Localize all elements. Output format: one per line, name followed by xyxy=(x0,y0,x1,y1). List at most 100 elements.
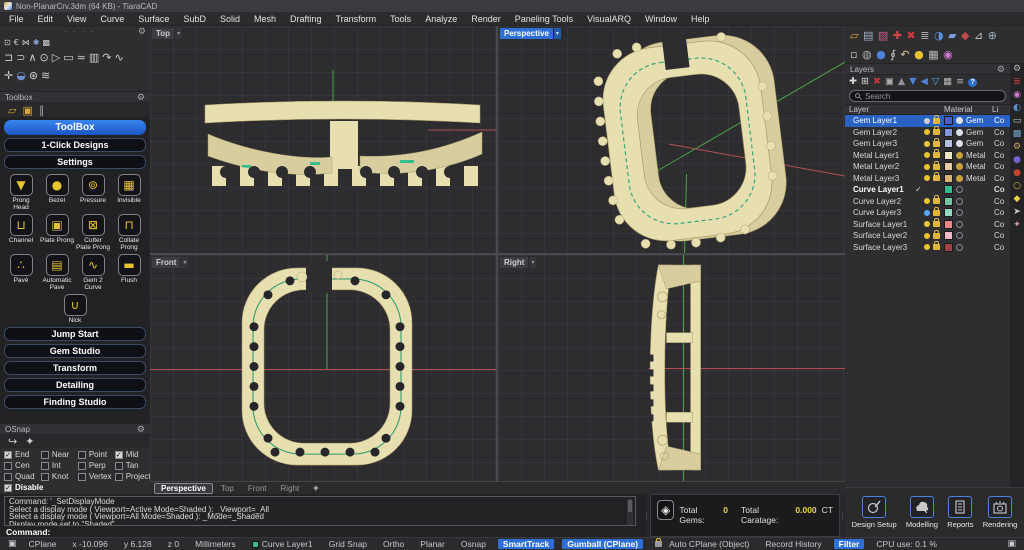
tool-pressure[interactable]: ⊚Pressure xyxy=(76,174,110,212)
viewport-top-label[interactable]: Top ▾ xyxy=(152,28,182,39)
ring-panel-tab-icon[interactable]: ○ xyxy=(1013,182,1021,191)
detailing-button[interactable]: Detailing xyxy=(4,378,146,392)
checkbox-icon[interactable] xyxy=(41,462,49,470)
material-icon[interactable] xyxy=(956,129,963,136)
panel-grip[interactable]: ⁞ xyxy=(644,498,649,534)
lock-icon[interactable] xyxy=(933,175,940,181)
grid-options-icon[interactable]: ▦ xyxy=(928,49,938,60)
viewport-right-canvas[interactable] xyxy=(498,255,845,481)
layer-row-gem-layer1[interactable]: Gem Layer1GemCo xyxy=(845,115,1010,127)
linetype-column-header[interactable]: Li xyxy=(992,105,1006,114)
modelling-button[interactable]: Modelling xyxy=(906,496,938,529)
viewport-right[interactable]: Right ▾ xyxy=(498,255,845,481)
move-down-layer-icon[interactable]: ▼ xyxy=(909,77,916,87)
new-viewport-tab-button[interactable]: + xyxy=(307,483,324,494)
arc-curve-icon[interactable]: ⊃ xyxy=(16,52,25,63)
toolbar-grip[interactable]: · · · · xyxy=(64,27,95,36)
design-setup-button[interactable]: Design Setup xyxy=(852,496,897,529)
viewport-tab-perspective[interactable]: Perspective xyxy=(154,483,213,494)
menu-solid[interactable]: Solid xyxy=(213,12,247,26)
freeform-curve-icon[interactable]: ∿ xyxy=(114,52,123,63)
gear-icon[interactable]: ⚙ xyxy=(137,424,145,435)
rendered-sphere-icon[interactable]: ● xyxy=(876,49,886,60)
lock-icon[interactable] xyxy=(933,141,940,147)
menu-subd[interactable]: SubD xyxy=(176,12,213,26)
gem-studio-button[interactable]: Gem Studio xyxy=(4,344,146,358)
globe-icon[interactable]: ⊕ xyxy=(988,30,997,41)
tool-bezel[interactable]: ●Bezel xyxy=(40,174,74,212)
material-icon[interactable] xyxy=(956,221,963,228)
checkbox-icon[interactable]: ✓ xyxy=(4,484,12,492)
pane-toggle-icon[interactable]: ▣ xyxy=(4,539,21,549)
bulb-icon[interactable] xyxy=(924,118,930,124)
command-prompt[interactable]: Command: xyxy=(6,527,50,537)
osnap-cen[interactable]: Cen xyxy=(4,461,41,470)
checkbox-icon[interactable] xyxy=(4,462,12,470)
layers-stack-icon[interactable]: ≣ xyxy=(920,30,929,41)
pane-toggle-icon[interactable]: ▣ xyxy=(1003,539,1020,549)
toolbox-clip-tab-icon[interactable]: ∥ xyxy=(39,105,45,116)
material-icon[interactable] xyxy=(956,163,963,170)
bulb-icon[interactable] xyxy=(924,164,930,170)
checkbox-icon[interactable] xyxy=(41,473,49,481)
layer-row-curve-layer1[interactable]: Curve Layer1✓Co xyxy=(845,184,1010,196)
plane-icon[interactable]: ▭ xyxy=(63,52,73,63)
status-record-history[interactable]: Record History xyxy=(757,539,829,549)
cplane-icon[interactable]: ⊿ xyxy=(974,30,983,41)
tool-nick[interactable]: ∪Nick xyxy=(40,294,110,325)
gear-icon[interactable]: ⚙ xyxy=(997,64,1005,75)
layer-search-input[interactable] xyxy=(865,92,1000,101)
named-view-icon[interactable]: ▰ xyxy=(948,30,956,41)
bulb-icon[interactable] xyxy=(924,233,930,239)
bulb-icon[interactable] xyxy=(924,141,930,147)
status-smarttrack[interactable]: SmartTrack xyxy=(498,539,554,549)
status-osnap[interactable]: Osnap xyxy=(453,539,494,549)
material-column-header[interactable]: Material xyxy=(944,105,992,114)
toolbox-pouch-tab-icon[interactable]: ▱ xyxy=(8,105,16,116)
crosshair-icon[interactable]: ✛ xyxy=(4,70,13,81)
status-curve-layer1[interactable]: Curve Layer1 xyxy=(244,539,321,549)
layer-color-swatch[interactable] xyxy=(944,174,953,183)
status-grid-snap[interactable]: Grid Snap xyxy=(321,539,375,549)
tool-plate-prong[interactable]: ▣Plate Prong xyxy=(40,214,74,252)
filter-layers-icon[interactable]: ▽ xyxy=(932,77,939,87)
settings-panel-tab-icon[interactable]: ⚙ xyxy=(1013,143,1021,152)
checkbox-icon[interactable] xyxy=(115,473,123,481)
layer-color-swatch[interactable] xyxy=(944,162,953,171)
polyline-icon[interactable]: ∧ xyxy=(28,52,36,63)
materials-panel-tab-icon[interactable]: ▩ xyxy=(1013,130,1022,139)
layer-row-gem-layer2[interactable]: Gem Layer2GemCo xyxy=(845,127,1010,139)
list-view-icon[interactable]: ≡ xyxy=(956,77,964,87)
viewport-top-canvas[interactable] xyxy=(150,26,496,253)
menu-visualarq[interactable]: VisualARQ xyxy=(580,12,638,26)
rendering-button[interactable]: Rendering xyxy=(983,496,1018,529)
finding-studio-button[interactable]: Finding Studio xyxy=(4,395,146,409)
layer-color-swatch[interactable] xyxy=(944,231,953,240)
viewport-perspective-title[interactable]: Perspective xyxy=(500,28,553,39)
cone-icon[interactable]: ▷ xyxy=(52,52,60,63)
layer-row-curve-layer3[interactable]: Curve Layer3Co xyxy=(845,207,1010,219)
sun-icon[interactable]: ● xyxy=(914,49,924,60)
osnap-vertex[interactable]: Vertex xyxy=(78,472,115,481)
rotate-view-icon[interactable]: ◑ xyxy=(934,30,944,41)
lock-icon[interactable] xyxy=(933,210,940,216)
spiral-icon[interactable]: ↷ xyxy=(102,52,111,63)
coil-icon[interactable]: ≋ xyxy=(41,70,50,81)
collapse-layers-icon[interactable]: ◀ xyxy=(921,77,928,87)
viewport-perspective[interactable]: Perspective ▾ xyxy=(498,26,845,253)
menu-drafting[interactable]: Drafting xyxy=(283,12,329,26)
status-planar[interactable]: Planar xyxy=(412,539,453,549)
osnap-end[interactable]: ✓End xyxy=(4,450,41,459)
sphere-sketch-icon[interactable]: ◒ xyxy=(16,70,26,81)
gear-icon[interactable]: ⚙ xyxy=(137,92,145,103)
grid-view-icon[interactable]: ▦ xyxy=(943,77,952,87)
grid-surface-icon[interactable]: ▥ xyxy=(89,52,99,63)
status-x-10-096[interactable]: x -10.096 xyxy=(64,539,115,549)
material-icon[interactable] xyxy=(956,117,963,124)
viewport-perspective-canvas[interactable] xyxy=(498,26,845,253)
layer-color-swatch[interactable] xyxy=(944,220,953,229)
chevron-down-icon[interactable]: ▾ xyxy=(528,257,536,268)
layer-color-swatch[interactable] xyxy=(944,185,953,194)
status-cpu-use-0-1[interactable]: CPU use: 0.1 % xyxy=(868,539,944,549)
shaded-sphere-icon[interactable]: ◍ xyxy=(862,49,872,60)
